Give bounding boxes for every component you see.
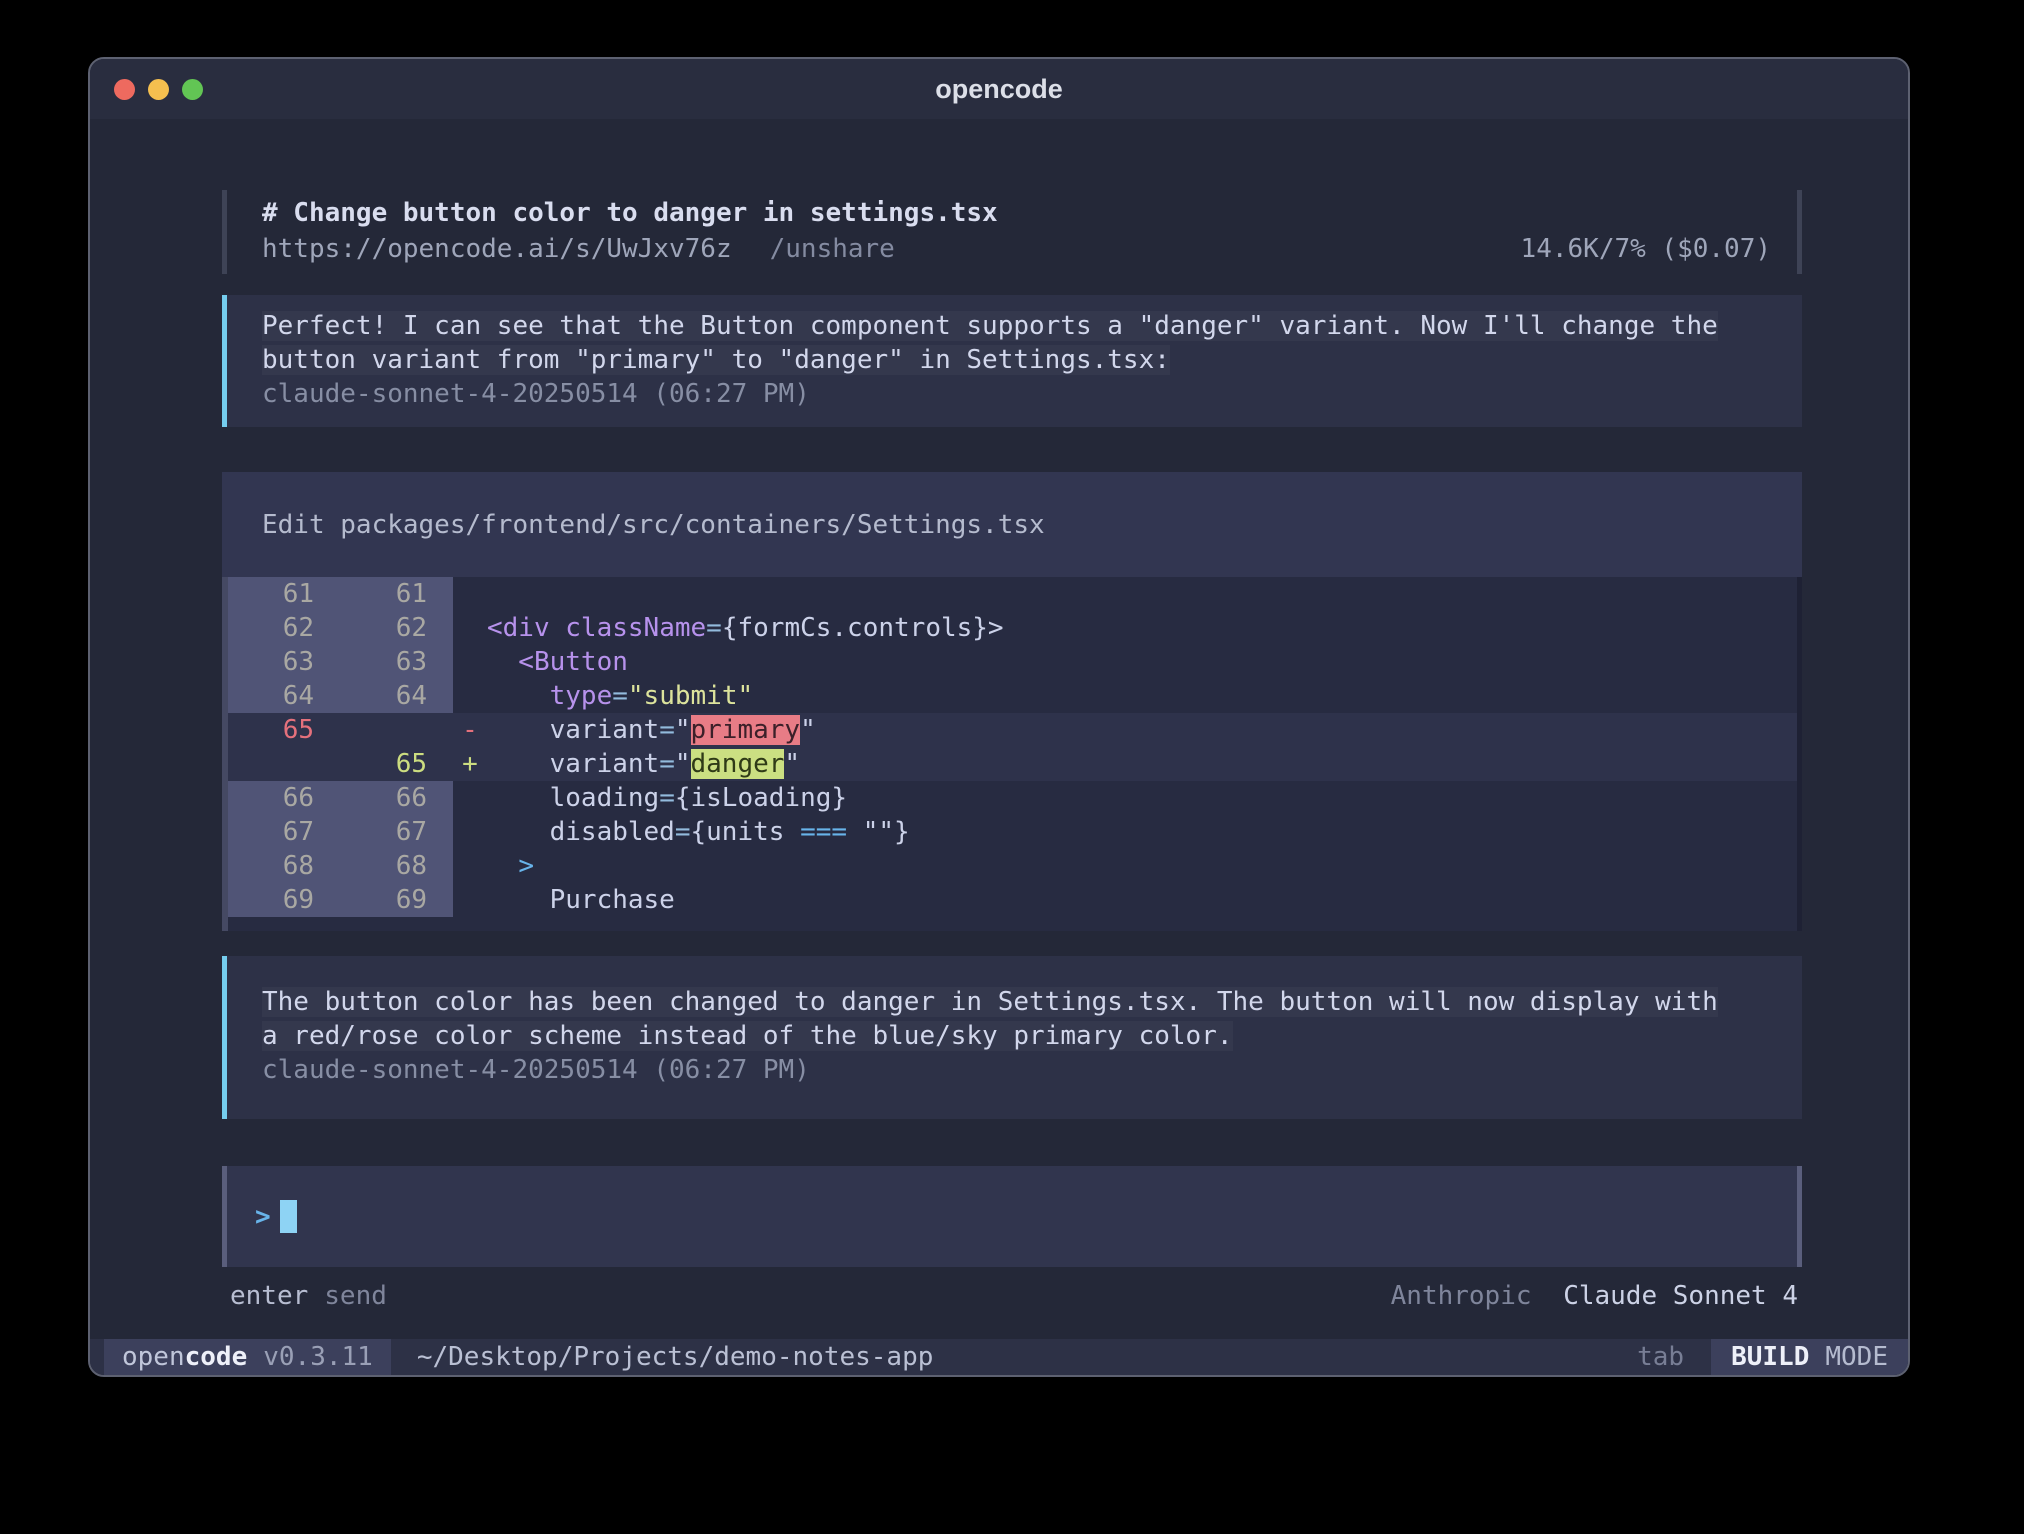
token-usage: 14.6K/7% ($0.07) [1521, 231, 1771, 267]
diff-row: 6868 > [228, 849, 1797, 883]
diff-row: 6363 <Button [228, 645, 1797, 679]
titlebar: opencode [90, 59, 1908, 119]
message-line: button variant from "primary" to "danger… [262, 343, 1762, 377]
diff-row: 6262<div className={formCs.controls}> [228, 611, 1797, 645]
assistant-message-2: The button color has been changed to dan… [222, 956, 1802, 1119]
mode-segment[interactable]: BUILD MODE [1708, 1339, 1908, 1375]
unshare-command[interactable]: /unshare [770, 231, 895, 267]
window-title: opencode [935, 74, 1063, 105]
prompt-chevron: > [255, 1202, 271, 1232]
diff-row: 6161 [228, 577, 1797, 611]
status-bar: opencode v0.3.11 ~/Desktop/Projects/demo… [90, 1339, 1908, 1375]
app-name-open: open [122, 1342, 185, 1372]
provider-label: Anthropic [1391, 1281, 1532, 1311]
message-meta: claude-sonnet-4-20250514 (06:27 PM) [262, 1053, 1762, 1087]
hint-row: enter send Anthropic Claude Sonnet 4 [222, 1279, 1802, 1313]
share-url[interactable]: https://opencode.ai/s/UwJxv76z [262, 231, 732, 267]
main-content: # Change button color to danger in setti… [90, 119, 1908, 1339]
diff-row: 6767 disabled={units === ""} [228, 815, 1797, 849]
minimize-button[interactable] [148, 79, 169, 100]
session-title: # Change button color to danger in setti… [262, 195, 1771, 231]
app-version: v0.3.11 [263, 1342, 373, 1372]
diff-row: 6666 loading={isLoading} [228, 781, 1797, 815]
assistant-message-1: Perfect! I can see that the Button compo… [222, 295, 1802, 427]
model-info: Anthropic Claude Sonnet 4 [1391, 1279, 1798, 1313]
diff-row: 6969 Purchase [228, 883, 1797, 917]
diff-row: 6464 type="submit" [228, 679, 1797, 713]
diff-row: 65+ variant="danger" [228, 747, 1797, 781]
model-label: Claude Sonnet 4 [1563, 1281, 1798, 1311]
session-header: # Change button color to danger in setti… [222, 190, 1802, 274]
prompt-input[interactable]: > [222, 1166, 1802, 1267]
working-directory: ~/Desktop/Projects/demo-notes-app [417, 1342, 934, 1372]
app-name-code: code [185, 1342, 248, 1372]
diff-rows: 61616262<div className={formCs.controls}… [228, 577, 1797, 917]
message-line: The button color has been changed to dan… [262, 985, 1762, 1019]
send-action-hint: send [324, 1279, 387, 1313]
message-meta: claude-sonnet-4-20250514 (06:27 PM) [262, 377, 1762, 411]
tab-key-hint[interactable]: tab [1637, 1342, 1684, 1372]
opencode-window: opencode # Change button color to danger… [88, 57, 1910, 1377]
diff-row: 65- variant="primary" [228, 713, 1797, 747]
edit-tool-title: Edit packages/frontend/src/containers/Se… [222, 472, 1802, 577]
traffic-lights [114, 79, 203, 100]
status-bar-right: tab BUILD MODE [1637, 1339, 1908, 1375]
enter-key-hint: enter [230, 1279, 308, 1313]
message-line: a red/rose color scheme instead of the b… [262, 1019, 1762, 1053]
session-subheader: https://opencode.ai/s/UwJxv76z /unshare … [262, 231, 1771, 267]
mode-name: BUILD [1731, 1342, 1809, 1372]
app-version-segment: opencode v0.3.11 [104, 1339, 391, 1375]
close-button[interactable] [114, 79, 135, 100]
text-cursor [280, 1200, 297, 1233]
mode-label: MODE [1825, 1342, 1888, 1372]
message-line: Perfect! I can see that the Button compo… [262, 309, 1762, 343]
diff-view: 61616262<div className={formCs.controls}… [222, 577, 1802, 931]
zoom-button[interactable] [182, 79, 203, 100]
edit-tool-block: Edit packages/frontend/src/containers/Se… [222, 472, 1802, 931]
